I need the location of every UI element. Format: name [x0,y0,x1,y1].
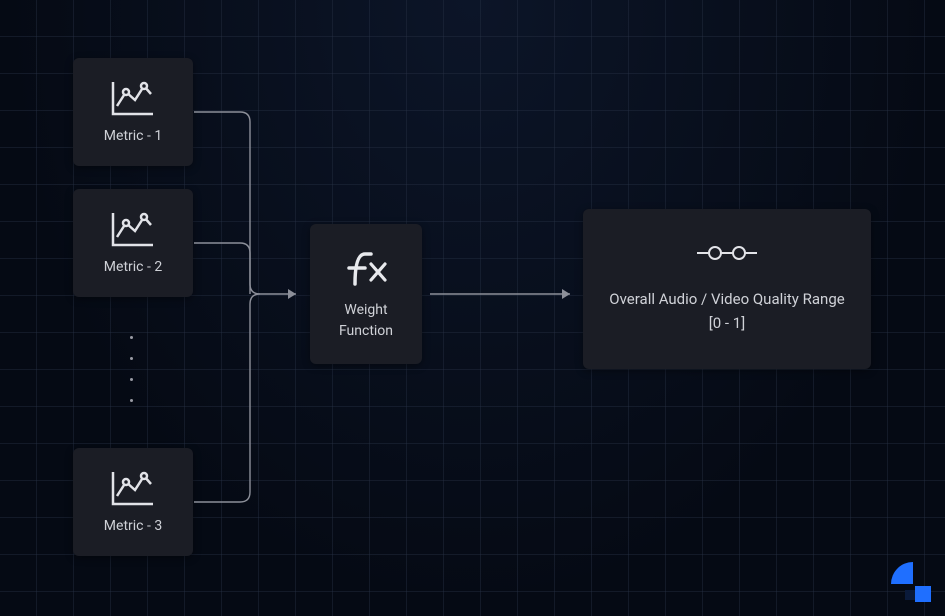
metric-2-label: Metric - 2 [104,259,162,275]
line-chart-icon [111,80,155,116]
line-chart-icon [111,470,155,506]
weight-function-node: Weight Function [310,224,422,364]
weight-function-label: Weight Function [322,300,410,342]
brand-logo-icon [891,562,937,608]
metric-node-3: Metric - 3 [73,448,193,556]
fx-icon [343,246,389,288]
metric-3-label: Metric - 3 [104,518,162,534]
metric-node-1: Metric - 1 [73,58,193,166]
metric-node-2: Metric - 2 [73,189,193,297]
range-slider-icon [697,243,757,263]
output-node: Overall Audio / Video Quality Range [0 -… [583,209,871,369]
metric-1-label: Metric - 1 [104,128,162,144]
output-label: Overall Audio / Video Quality Range [0 -… [607,287,847,335]
line-chart-icon [111,211,155,247]
ellipsis-dots [130,336,133,402]
